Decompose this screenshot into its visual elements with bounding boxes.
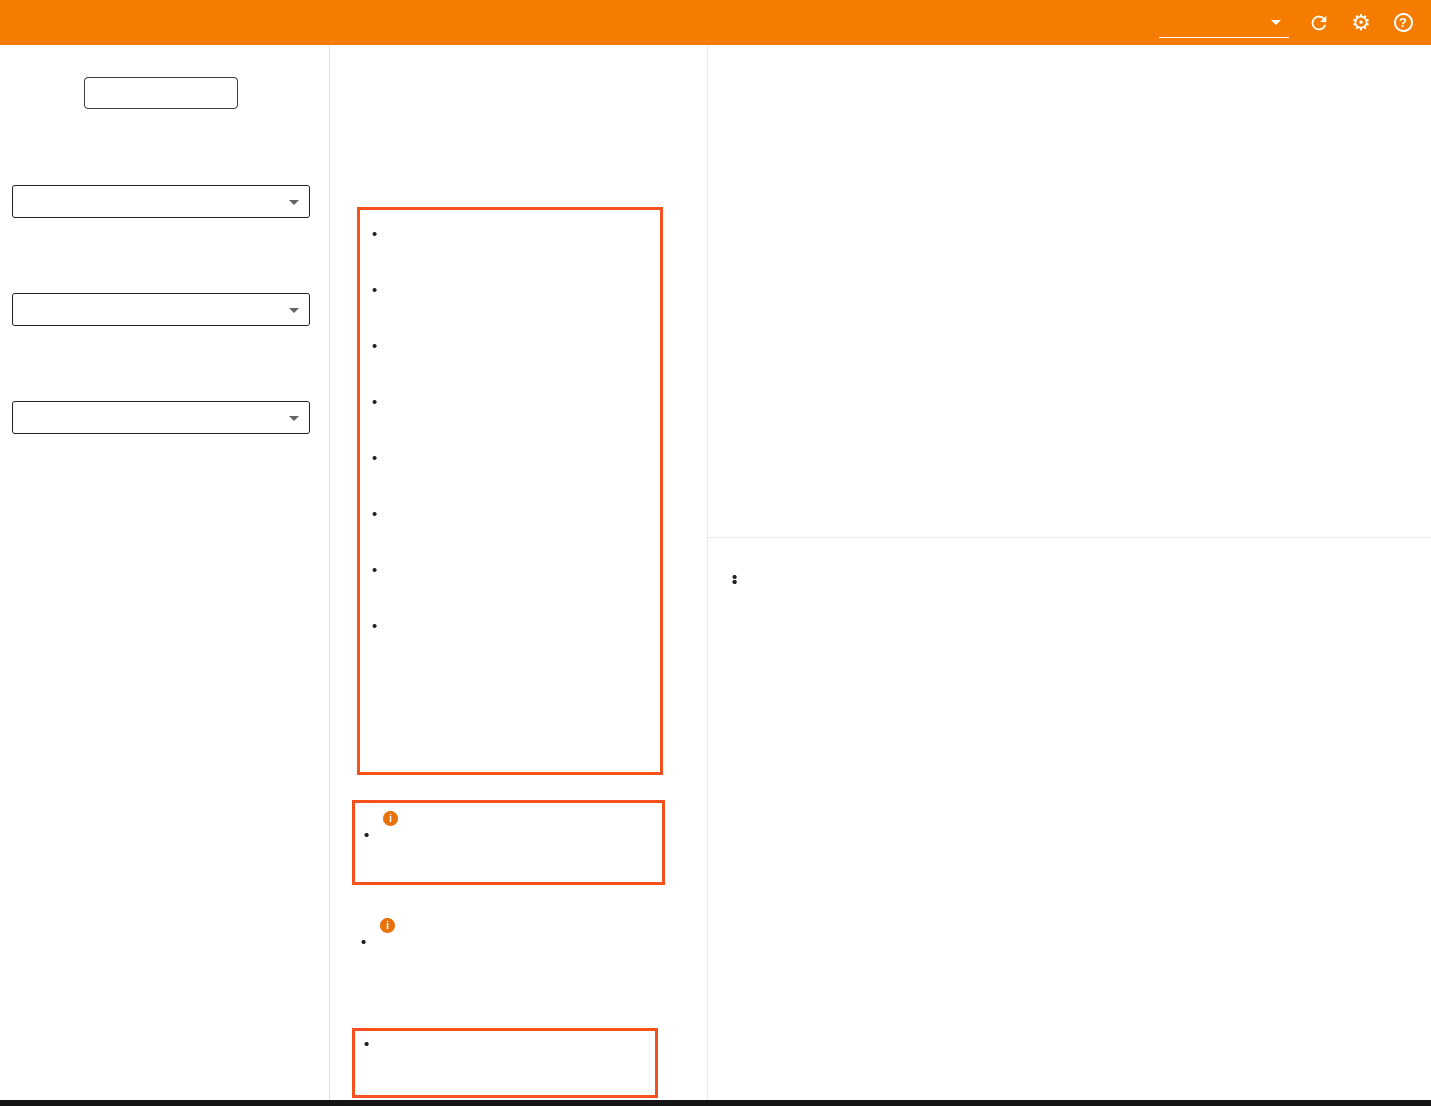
dashboard-select[interactable] xyxy=(1159,8,1289,38)
gear-icon: ⚙ xyxy=(1351,12,1371,34)
hosts-select[interactable] xyxy=(12,401,310,434)
annotation-box-3: • • xyxy=(352,1028,658,1098)
sidebar xyxy=(0,45,330,1106)
bullet-icon: • xyxy=(361,933,366,952)
chevron-down-icon xyxy=(289,308,299,313)
refresh-icon xyxy=(1308,12,1330,34)
bullet-icon: • xyxy=(372,449,388,468)
bullet-icon: • xyxy=(364,1035,369,1054)
section-divider xyxy=(708,537,1431,538)
recommendation-section: • • • • • • • xyxy=(729,553,1411,572)
bullet-icon: • xyxy=(372,281,388,300)
arrow-drop-down-icon xyxy=(1271,20,1281,25)
chevron-down-icon xyxy=(289,416,299,421)
bullet-icon: • xyxy=(372,505,388,524)
metric-row: • xyxy=(372,225,650,244)
metric-row: • xyxy=(372,449,650,468)
step-time-panel: • • • • • • • xyxy=(707,45,1431,1106)
step-time-chart xyxy=(738,150,1238,510)
capture-profile-button[interactable] xyxy=(84,77,238,109)
help-button[interactable]: ? xyxy=(1391,11,1415,35)
settings-button[interactable]: ⚙ xyxy=(1349,11,1373,35)
bullet-icon: • xyxy=(372,225,388,244)
bullet-icon: • xyxy=(732,572,737,593)
toolbar-right: ⚙ ? xyxy=(1159,0,1415,45)
annotation-box-2: i • • xyxy=(352,800,665,885)
bullet-icon: • xyxy=(372,617,388,636)
bullet-icon: • xyxy=(364,826,369,845)
top-app-bar: ⚙ ? xyxy=(0,0,1431,45)
metric-row: • xyxy=(372,281,650,300)
bullet-icon: • xyxy=(372,337,388,356)
info-icon[interactable]: i xyxy=(383,811,398,826)
refresh-button[interactable] xyxy=(1307,11,1331,35)
chevron-down-icon xyxy=(289,200,299,205)
performance-summary-panel: • • • • • xyxy=(330,45,707,1106)
bullet-icon: • xyxy=(372,393,388,412)
metric-row: • xyxy=(372,617,650,636)
metric-row: • xyxy=(372,561,650,580)
help-icon: ? xyxy=(1394,13,1413,32)
tools-select[interactable] xyxy=(12,293,310,326)
metric-row: • xyxy=(372,337,650,356)
metric-row: • xyxy=(372,393,650,412)
bullet-icon: • xyxy=(372,561,388,580)
info-icon[interactable]: i xyxy=(380,918,395,933)
runs-select[interactable] xyxy=(12,185,310,218)
annotation-box-1: • • • • • xyxy=(357,207,663,775)
window-edge xyxy=(0,1100,1431,1106)
metric-row: • xyxy=(372,505,650,524)
eager-execution-block: i • • xyxy=(352,918,665,933)
